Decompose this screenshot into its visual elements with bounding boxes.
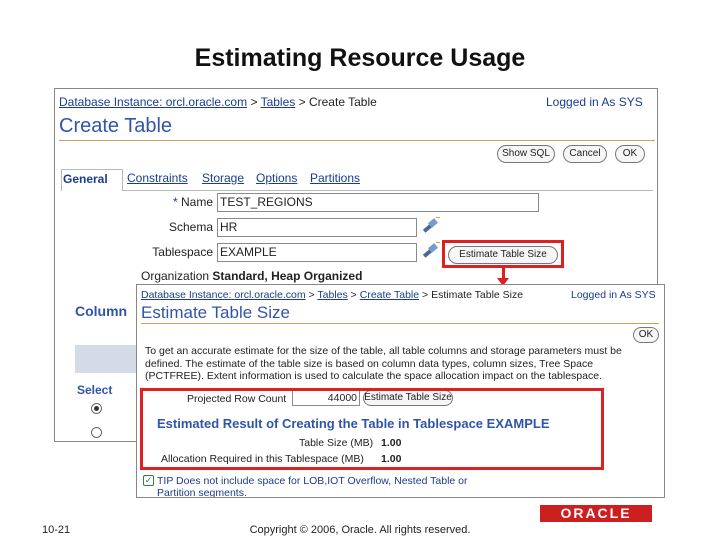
description-line: To get an accurate estimate for the size… — [145, 345, 622, 357]
table-header-row — [75, 345, 145, 373]
logged-in-label: Logged in As SYS — [546, 95, 643, 109]
breadcrumb: Database Instance: orcl.oracle.com > Tab… — [59, 95, 377, 109]
divider — [141, 323, 659, 324]
row-select-radio[interactable] — [91, 427, 102, 438]
breadcrumb-separator: > — [422, 289, 429, 301]
select-column-header: Select — [77, 383, 113, 397]
organization-label: Organization — [141, 269, 210, 283]
tab-storage[interactable]: Storage — [202, 171, 244, 185]
tablespace-field[interactable]: EXAMPLE — [217, 243, 417, 262]
ok-button[interactable]: OK — [633, 327, 659, 343]
breadcrumb-separator: > — [298, 95, 306, 109]
logged-in-label: Logged in As SYS — [571, 289, 656, 301]
breadcrumb-current: Estimate Table Size — [431, 289, 524, 301]
flashlight-search-icon[interactable] — [423, 217, 441, 233]
name-field[interactable]: TEST_REGIONS — [217, 193, 539, 212]
name-label: * Name — [135, 195, 213, 209]
description-line: defined. The estimate of the table size … — [145, 357, 594, 370]
description-text: To get an accurate estimate for the size… — [145, 345, 651, 383]
organization-value: Standard, Heap Organized — [212, 269, 363, 283]
breadcrumb-separator: > — [250, 95, 258, 109]
breadcrumb-tables-link[interactable]: Tables — [317, 289, 347, 301]
breadcrumb-separator: > — [350, 289, 357, 301]
tip-icon: ✓ — [143, 475, 154, 486]
tip-text: TIP Does not include space for LOB,IOT O… — [157, 475, 468, 498]
ok-button[interactable]: OK — [615, 145, 645, 163]
cancel-button[interactable]: Cancel — [563, 145, 607, 163]
breadcrumb-instance-link[interactable]: Database Instance: orcl.oracle.com — [141, 289, 306, 301]
breadcrumb: Database Instance: orcl.oracle.com > Tab… — [141, 289, 523, 301]
page-title: Estimate Table Size — [141, 303, 290, 322]
name-label-text: Name — [180, 195, 213, 209]
organization-row: Organization Standard, Heap Organized — [141, 269, 362, 283]
breadcrumb-create-table-link[interactable]: Create Table — [360, 289, 419, 301]
flashlight-search-icon[interactable] — [423, 242, 441, 258]
schema-label: Schema — [168, 220, 213, 234]
estimate-button-highlight — [442, 240, 564, 268]
row-select-radio[interactable] — [91, 403, 102, 414]
required-marker: * — [172, 195, 178, 209]
breadcrumb-instance-link[interactable]: Database Instance: orcl.oracle.com — [59, 95, 247, 109]
tab-options[interactable]: Options — [256, 171, 297, 185]
description-line: (PCTFREE). Extent information is used to… — [145, 370, 602, 382]
tab-constraints[interactable]: Constraints — [127, 171, 188, 185]
breadcrumb-tables-link[interactable]: Tables — [261, 95, 296, 109]
copyright-notice: Copyright © 2006, Oracle. All rights res… — [249, 524, 471, 536]
tab-general[interactable]: General — [63, 172, 108, 186]
schema-field[interactable]: HR — [217, 218, 417, 237]
tab-partitions[interactable]: Partitions — [310, 171, 360, 185]
breadcrumb-separator: > — [308, 289, 315, 301]
estimate-result-highlight — [140, 388, 604, 470]
tablespace-label: Tablespace — [152, 245, 213, 259]
oracle-logo: ORACLE — [540, 505, 652, 522]
show-sql-button[interactable]: Show SQL — [497, 145, 555, 163]
tab-bar: General Constraints Storage Options Part… — [61, 169, 653, 191]
breadcrumb-current: Create Table — [308, 95, 377, 109]
page-title: Create Table — [59, 115, 173, 137]
slide-title: Estimating Resource Usage — [194, 44, 526, 72]
divider — [59, 140, 655, 141]
columns-heading: Column — [75, 303, 128, 319]
